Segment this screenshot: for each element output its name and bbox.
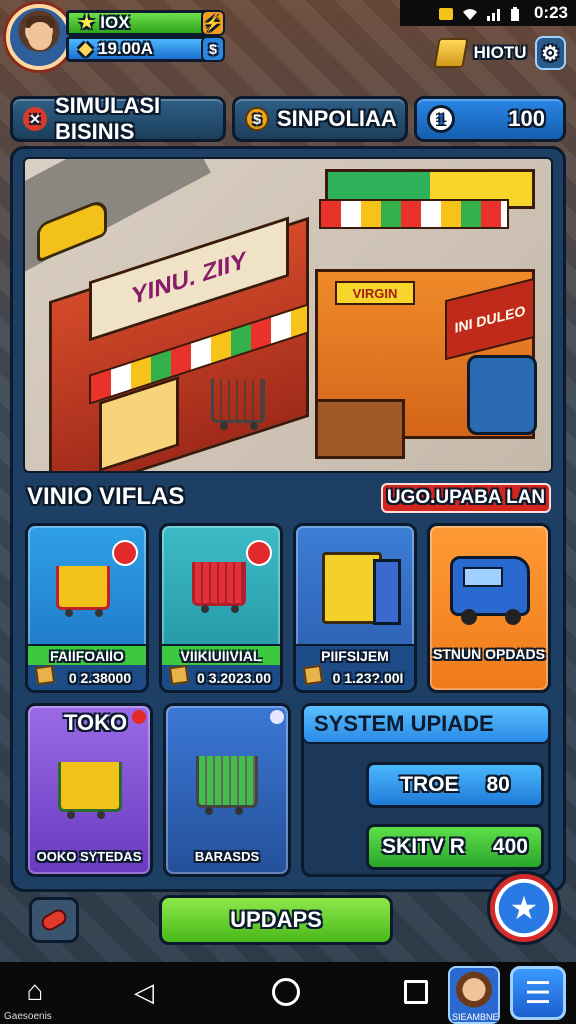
level-bar: ★ IOX ⚡ [66,10,225,36]
back-icon: ◁ [134,976,154,1007]
store-card[interactable]: BARASDS [163,703,291,877]
box-icon [34,664,56,686]
upgrade-card[interactable]: PIIFSIJEM 0 1.23?.00I [293,523,417,693]
money-value: 19.00A [98,39,153,58]
card-name: PIIFSIJEM [321,648,389,664]
back-button[interactable]: ◁ [130,976,158,1007]
tab-label: SIMULASI BISINIS [55,93,161,144]
option-label: TROE [400,773,459,796]
card-value: 0 2.38000 [68,670,132,686]
shopping-cart-icon [196,756,258,815]
coin-icon: $ [245,107,269,131]
upgrade-card[interactable]: STNUN OPDADS [427,523,551,693]
section-title: VINIO VIFLAS [27,483,185,510]
tab-sinpoliaa[interactable]: $ SINPOLIAA [232,96,408,142]
store-cards: TOKO OOKO SYTEDAS BARASDS [25,703,291,877]
player-avatar[interactable] [6,4,72,70]
gear-icon: ⚙ [541,42,560,65]
cash-icon: ◆ [79,39,93,58]
star-icon: ★ [509,890,539,926]
premium-value: HIOTU [473,43,527,62]
shop-sign-right: VIRGIN [335,281,415,305]
signal-icon [486,6,502,21]
bin-icon [322,552,401,625]
top-tabs: ✕ SIMULASI BISINIS $ SINPOLIAA 1 100 [10,93,566,144]
shopping-cart-icon [192,562,246,613]
home-circle-button[interactable] [272,978,300,1006]
gem-icon: 1 [427,105,455,133]
menu-button[interactable]: ☰ [510,966,566,1020]
box-icon [168,664,190,686]
gold-stack-icon [433,38,469,68]
card-value: 0 3.2023.00 [197,670,271,686]
upgrade-badge[interactable]: UGO.UPABA LAN [381,483,551,513]
notification-icon [438,6,454,20]
tool-button[interactable] [29,897,79,943]
upgrade-option-button[interactable]: SKITV R 400 [366,824,544,870]
navigation-bar: ⌂ Gaesoenis ◁ SIEAMBNE ☰ [0,962,576,1024]
premium-currency: HIOTU ⚙ [433,34,566,72]
card-value: 0 1.23?.00I [332,670,404,686]
settings-button[interactable]: ⚙ [534,36,566,70]
alert-dot [270,710,284,724]
store-card-title: TOKO [64,710,128,735]
money-bar: ◆ 19.00A $ [66,36,225,62]
delivery-stall [467,355,537,435]
card-name: STNUN OPDADS [432,646,545,662]
hamburger-icon: ☰ [524,976,552,1010]
store-card-footer: OOKO SYTEDAS [36,849,142,864]
tab-business-simulation[interactable]: ✕ SIMULASI BISINIS [10,93,226,144]
system-upgrade-title: SYSTEM UPIADE [302,704,550,744]
battery-icon [510,6,526,21]
home-button[interactable]: ⌂ [20,975,50,1006]
alert-badge [112,540,138,566]
awning [319,199,509,229]
card-name: VIIKIUIIVIAL [180,648,262,664]
option-value: 400 [492,835,528,858]
system-upgrade-panel: SYSTEM UPIADE TROE 80 SKITV R 400 [301,703,551,877]
shop-left[interactable]: YINU. ZIIY [49,216,319,471]
option-value: 80 [486,773,510,796]
eraser-icon [38,906,70,934]
store-card-footer: BARASDS [194,849,260,864]
add-level-button[interactable]: ⚡ [201,10,225,36]
store-card[interactable]: TOKO OOKO SYTEDAS [25,703,153,877]
shopping-cart-icon [211,379,265,430]
alert-dot [132,710,146,724]
upgrade-cards: FAIIFOAIIO 0 2.38000 VIIKIUIIVIAL 0 3.20… [25,523,551,693]
store-scene[interactable]: YINU. ZIIY VIRGIN INI DULEO [23,157,553,473]
card-name: FAIIFOAIIO [50,648,124,664]
recents-button[interactable] [404,980,428,1004]
profile-label: SIEAMBNE [452,1012,499,1022]
clock: 0:23 [533,3,568,22]
tab-value: 100 [508,106,545,131]
box-icon [302,664,324,686]
upgrade-option-button[interactable]: TROE 80 [366,762,544,808]
level-value: IOX [100,13,130,32]
main-panel: YINU. ZIIY VIRGIN INI DULEO VINIO VIFLAS… [10,146,566,945]
star-icon: ★ [79,13,95,32]
produce-crate [315,399,405,459]
update-button[interactable]: UPDAPS [159,895,393,945]
van-icon [450,556,530,625]
cart-icon [58,762,122,819]
star-button[interactable]: ★ [487,871,561,945]
wrench-icon: ✕ [23,107,47,131]
status-bar: 0:23 [400,0,576,26]
option-label: SKITV R [382,835,465,858]
upgrade-card[interactable]: VIIKIUIIVIAL 0 3.2023.00 [159,523,283,693]
upgrade-card[interactable]: FAIIFOAIIO 0 2.38000 [25,523,149,693]
home-label: Gaesoenis [4,1011,52,1022]
tab-gems[interactable]: 1 100 [414,96,566,142]
wifi-icon [462,6,478,20]
alert-badge [246,540,272,566]
tab-label: SINPOLIAA [277,106,397,131]
add-money-button[interactable]: $ [201,36,225,62]
cart-icon [56,566,110,617]
home-icon: ⌂ [26,975,44,1006]
